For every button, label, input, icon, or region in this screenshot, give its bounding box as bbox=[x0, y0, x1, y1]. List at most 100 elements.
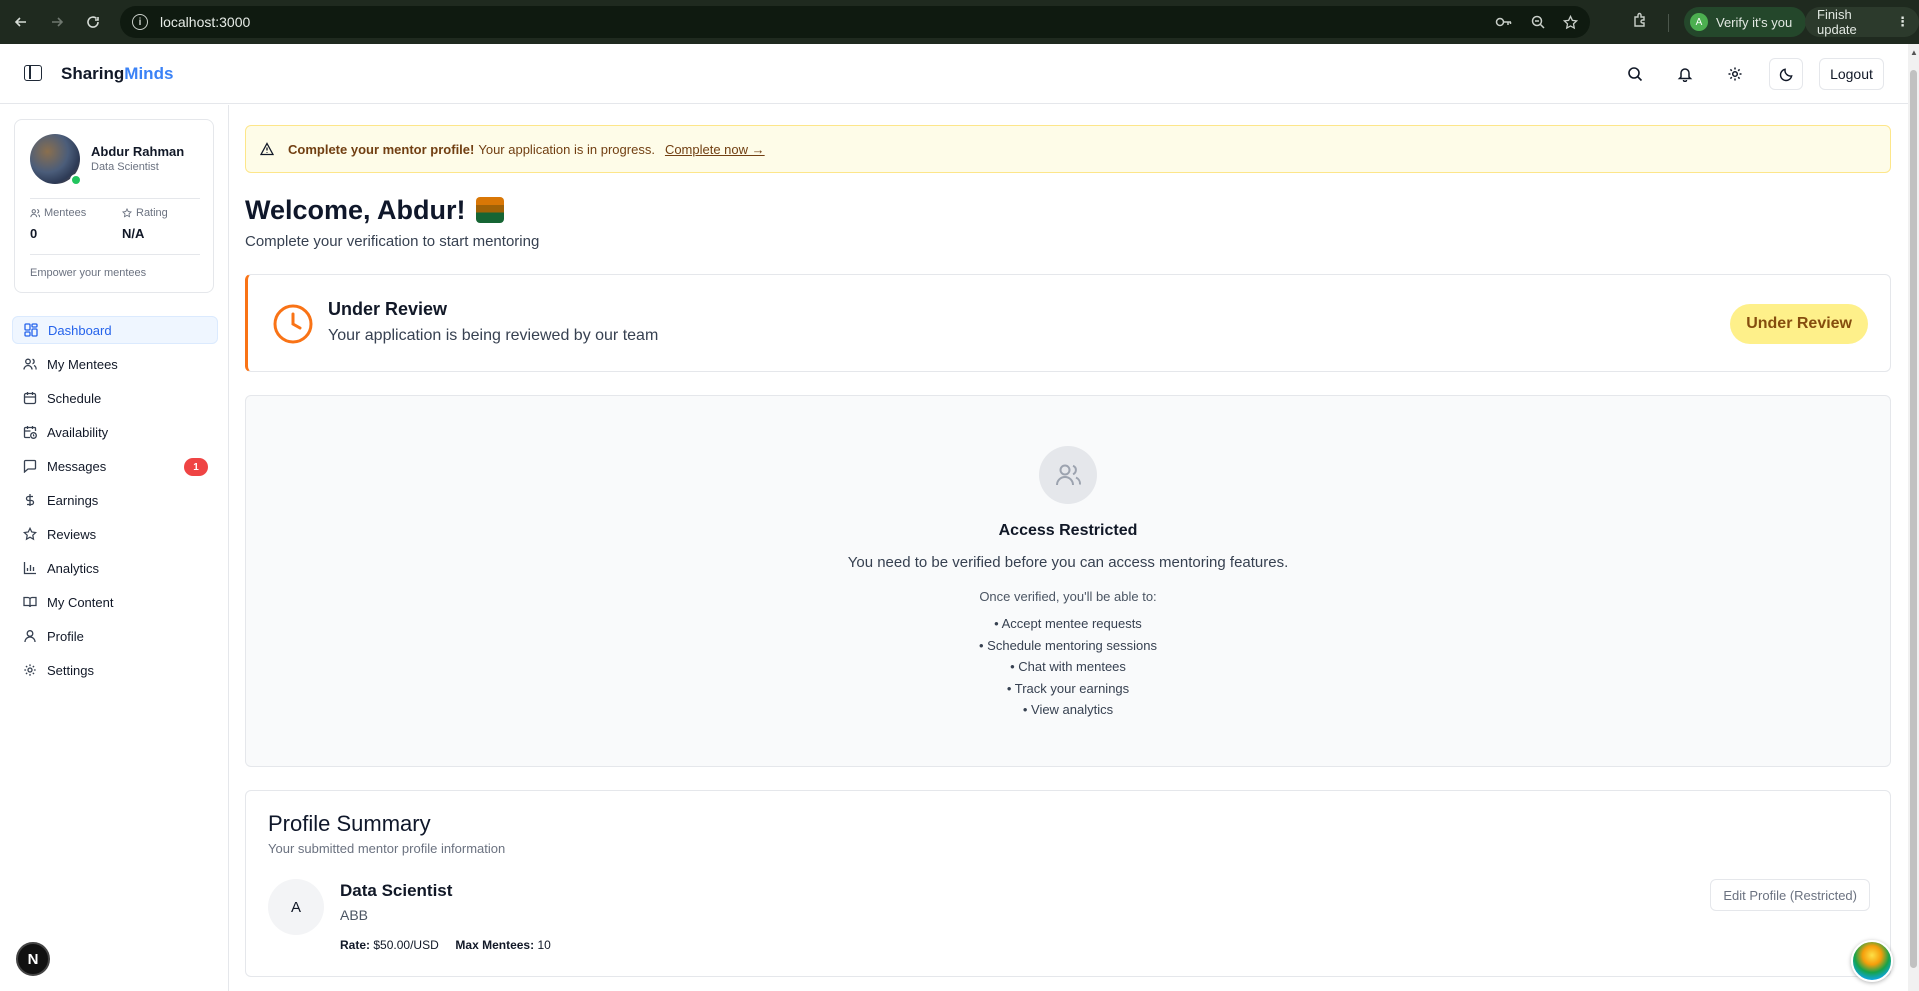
reload-icon[interactable] bbox=[78, 7, 108, 37]
summary-profile-code: ABB bbox=[340, 907, 369, 923]
page-subtitle: Complete your verification to start ment… bbox=[245, 233, 540, 250]
password-key-icon[interactable] bbox=[1495, 16, 1513, 28]
user-icon bbox=[23, 629, 37, 643]
restricted-intro: Once verified, you'll be able to: bbox=[979, 589, 1157, 604]
sidebar-toggle-icon[interactable] bbox=[24, 65, 42, 81]
toolbar-divider bbox=[1668, 14, 1669, 32]
book-open-icon bbox=[23, 595, 37, 609]
star-icon bbox=[122, 208, 132, 218]
brand-logo[interactable]: SharingMinds bbox=[61, 64, 173, 84]
access-restricted-panel: Access Restricted You need to be verifie… bbox=[245, 395, 1891, 767]
alert-text: Your application is in progress. bbox=[478, 141, 655, 157]
sidebar-item-my-content[interactable]: My Content bbox=[12, 588, 218, 616]
sidebar-item-availability[interactable]: Availability bbox=[12, 418, 218, 446]
max-mentees-label: Max Mentees: bbox=[455, 938, 535, 952]
complete-now-link[interactable]: Complete now → bbox=[665, 142, 765, 157]
settings-icon bbox=[23, 663, 37, 677]
sidebar-item-label: Analytics bbox=[47, 560, 100, 576]
online-status-dot bbox=[70, 174, 82, 186]
sidebar-item-label: Profile bbox=[47, 628, 84, 644]
logout-button[interactable]: Logout bbox=[1819, 58, 1884, 90]
sidebar-item-label: Reviews bbox=[47, 526, 97, 542]
rating-label-text: Rating bbox=[136, 207, 168, 219]
back-icon[interactable] bbox=[6, 7, 36, 37]
floating-assistant-avatar[interactable] bbox=[1851, 940, 1893, 982]
app-header: SharingMinds Logout bbox=[0, 44, 1908, 104]
calendar-icon bbox=[23, 391, 37, 405]
verify-identity-button[interactable]: A Verify it's you bbox=[1684, 7, 1807, 37]
sidebar-item-settings[interactable]: Settings bbox=[12, 656, 218, 684]
users-icon bbox=[23, 357, 37, 371]
url-text[interactable]: localhost:3000 bbox=[160, 14, 250, 30]
clock-icon bbox=[272, 303, 314, 345]
more-vertical-icon[interactable]: ⋮ bbox=[1896, 14, 1909, 30]
bar-chart-icon bbox=[23, 561, 37, 575]
profile-incomplete-alert: Complete your mentor profile! Your appli… bbox=[245, 125, 1891, 173]
sidebar-item-my-mentees[interactable]: My Mentees bbox=[12, 350, 218, 378]
sidebar-item-reviews[interactable]: Reviews bbox=[12, 520, 218, 548]
restricted-title: Access Restricted bbox=[998, 522, 1138, 539]
warning-triangle-icon bbox=[260, 142, 274, 156]
sidebar-item-analytics[interactable]: Analytics bbox=[12, 554, 218, 582]
teacher-emoji-icon bbox=[475, 197, 504, 223]
sidebar-item-label: Availability bbox=[47, 424, 109, 440]
sidebar-item-label: Dashboard bbox=[48, 322, 112, 338]
address-bar[interactable]: i localhost:3000 bbox=[120, 6, 1590, 38]
list-item: • Chat with mentees bbox=[1010, 659, 1126, 675]
sidebar-item-messages[interactable]: Messages 1 bbox=[12, 452, 218, 480]
unread-count-badge: 1 bbox=[184, 458, 208, 476]
list-item: • Schedule mentoring sessions bbox=[979, 637, 1157, 653]
scrollbar-thumb[interactable] bbox=[1910, 70, 1917, 968]
sidebar-item-label: Messages bbox=[47, 458, 107, 474]
search-icon[interactable] bbox=[1621, 58, 1649, 90]
mentees-stat-value: 0 bbox=[30, 226, 38, 241]
theme-toggle-button[interactable] bbox=[1769, 58, 1803, 90]
message-square-icon bbox=[23, 459, 37, 473]
profile-card: Abdur Rahman Data Scientist Mentees 0 Ra… bbox=[14, 119, 214, 293]
bell-icon[interactable] bbox=[1671, 58, 1699, 90]
layout-dashboard-icon bbox=[24, 323, 38, 337]
status-description: Your application is being reviewed by ou… bbox=[328, 327, 659, 344]
divider bbox=[30, 198, 200, 199]
moon-icon bbox=[1779, 67, 1794, 82]
rate-and-capacity: Rate: $50.00/USD Max Mentees: 10 bbox=[340, 938, 551, 952]
profile-name: Abdur Rahman bbox=[91, 144, 185, 159]
brand-name-part1: Sharing bbox=[61, 64, 125, 83]
mentees-label-text: Mentees bbox=[44, 207, 87, 219]
profile-role: Data Scientist bbox=[91, 161, 159, 173]
summary-subtitle: Your submitted mentor profile informatio… bbox=[268, 841, 506, 856]
page-scrollbar[interactable]: ▲ bbox=[1908, 44, 1919, 991]
edit-profile-button[interactable]: Edit Profile (Restricted) bbox=[1710, 879, 1870, 911]
divider bbox=[30, 254, 200, 255]
rating-stat-value: N/A bbox=[122, 226, 145, 241]
sidebar-item-earnings[interactable]: Earnings bbox=[12, 486, 218, 514]
sidebar-item-profile[interactable]: Profile bbox=[12, 622, 218, 650]
scroll-up-arrow-icon[interactable]: ▲ bbox=[1910, 48, 1918, 57]
extensions-icon[interactable] bbox=[1632, 12, 1648, 28]
forward-icon[interactable] bbox=[42, 7, 72, 37]
site-info-icon[interactable]: i bbox=[132, 14, 148, 30]
sidebar: Abdur Rahman Data Scientist Mentees 0 Ra… bbox=[0, 105, 229, 991]
zoom-icon[interactable] bbox=[1531, 15, 1545, 29]
mentees-stat-label: Mentees bbox=[30, 207, 86, 219]
rate-value: $50.00/USD bbox=[373, 938, 439, 952]
summary-profile-name: Data Scientist bbox=[340, 881, 453, 900]
browser-toolbar: i localhost:3000 A Verify it's you Finis… bbox=[0, 0, 1919, 44]
alert-title: Complete your mentor profile! bbox=[288, 141, 475, 157]
bookmark-star-icon[interactable] bbox=[1563, 14, 1578, 30]
finish-update-button[interactable]: Finish update ⋮ bbox=[1805, 7, 1919, 37]
sidebar-item-label: Settings bbox=[47, 662, 94, 678]
welcome-title-text: Welcome, Abdur! bbox=[245, 195, 466, 225]
profile-summary-card: Profile Summary Your submitted mentor pr… bbox=[245, 790, 1891, 977]
gear-icon[interactable] bbox=[1721, 58, 1749, 90]
sidebar-item-schedule[interactable]: Schedule bbox=[12, 384, 218, 412]
sidebar-item-label: My Content bbox=[47, 594, 114, 610]
dollar-sign-icon bbox=[23, 493, 37, 507]
sidebar-item-label: Schedule bbox=[47, 390, 102, 406]
dev-tools-badge[interactable]: N bbox=[16, 942, 50, 976]
users-icon bbox=[1039, 446, 1097, 504]
sidebar-item-dashboard[interactable]: Dashboard bbox=[12, 316, 218, 344]
list-item: • View analytics bbox=[1022, 702, 1114, 718]
status-title: Under Review bbox=[328, 299, 448, 319]
profile-tagline: Empower your mentees bbox=[30, 267, 147, 279]
